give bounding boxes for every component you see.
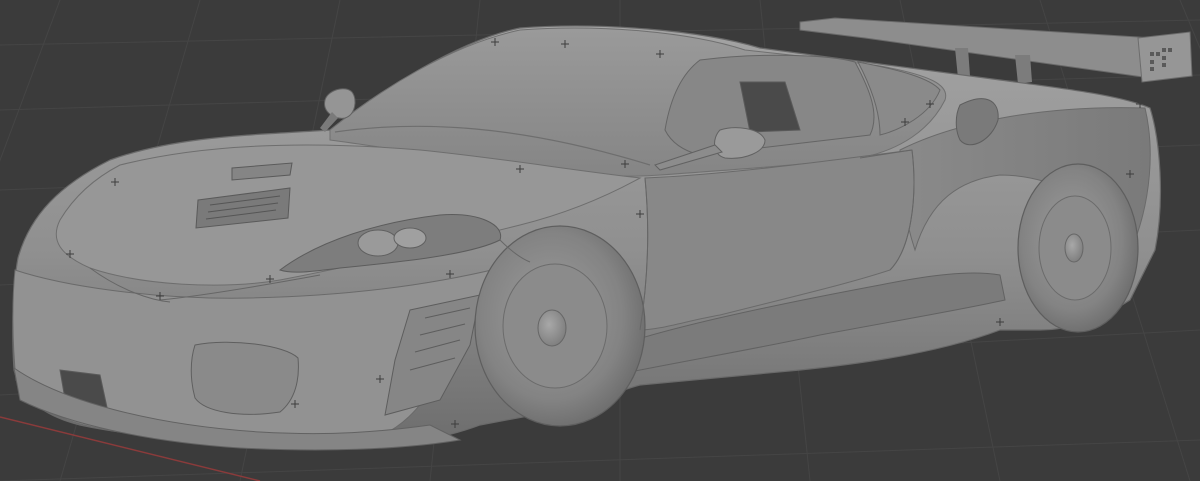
viewport-canvas[interactable]: [0, 0, 1200, 481]
race-car-model[interactable]: [12, 17, 1193, 451]
front-wheel: [474, 225, 646, 427]
3d-viewport[interactable]: [0, 0, 1200, 481]
rear-wheel: [1017, 163, 1139, 333]
front-intake: [190, 341, 299, 415]
